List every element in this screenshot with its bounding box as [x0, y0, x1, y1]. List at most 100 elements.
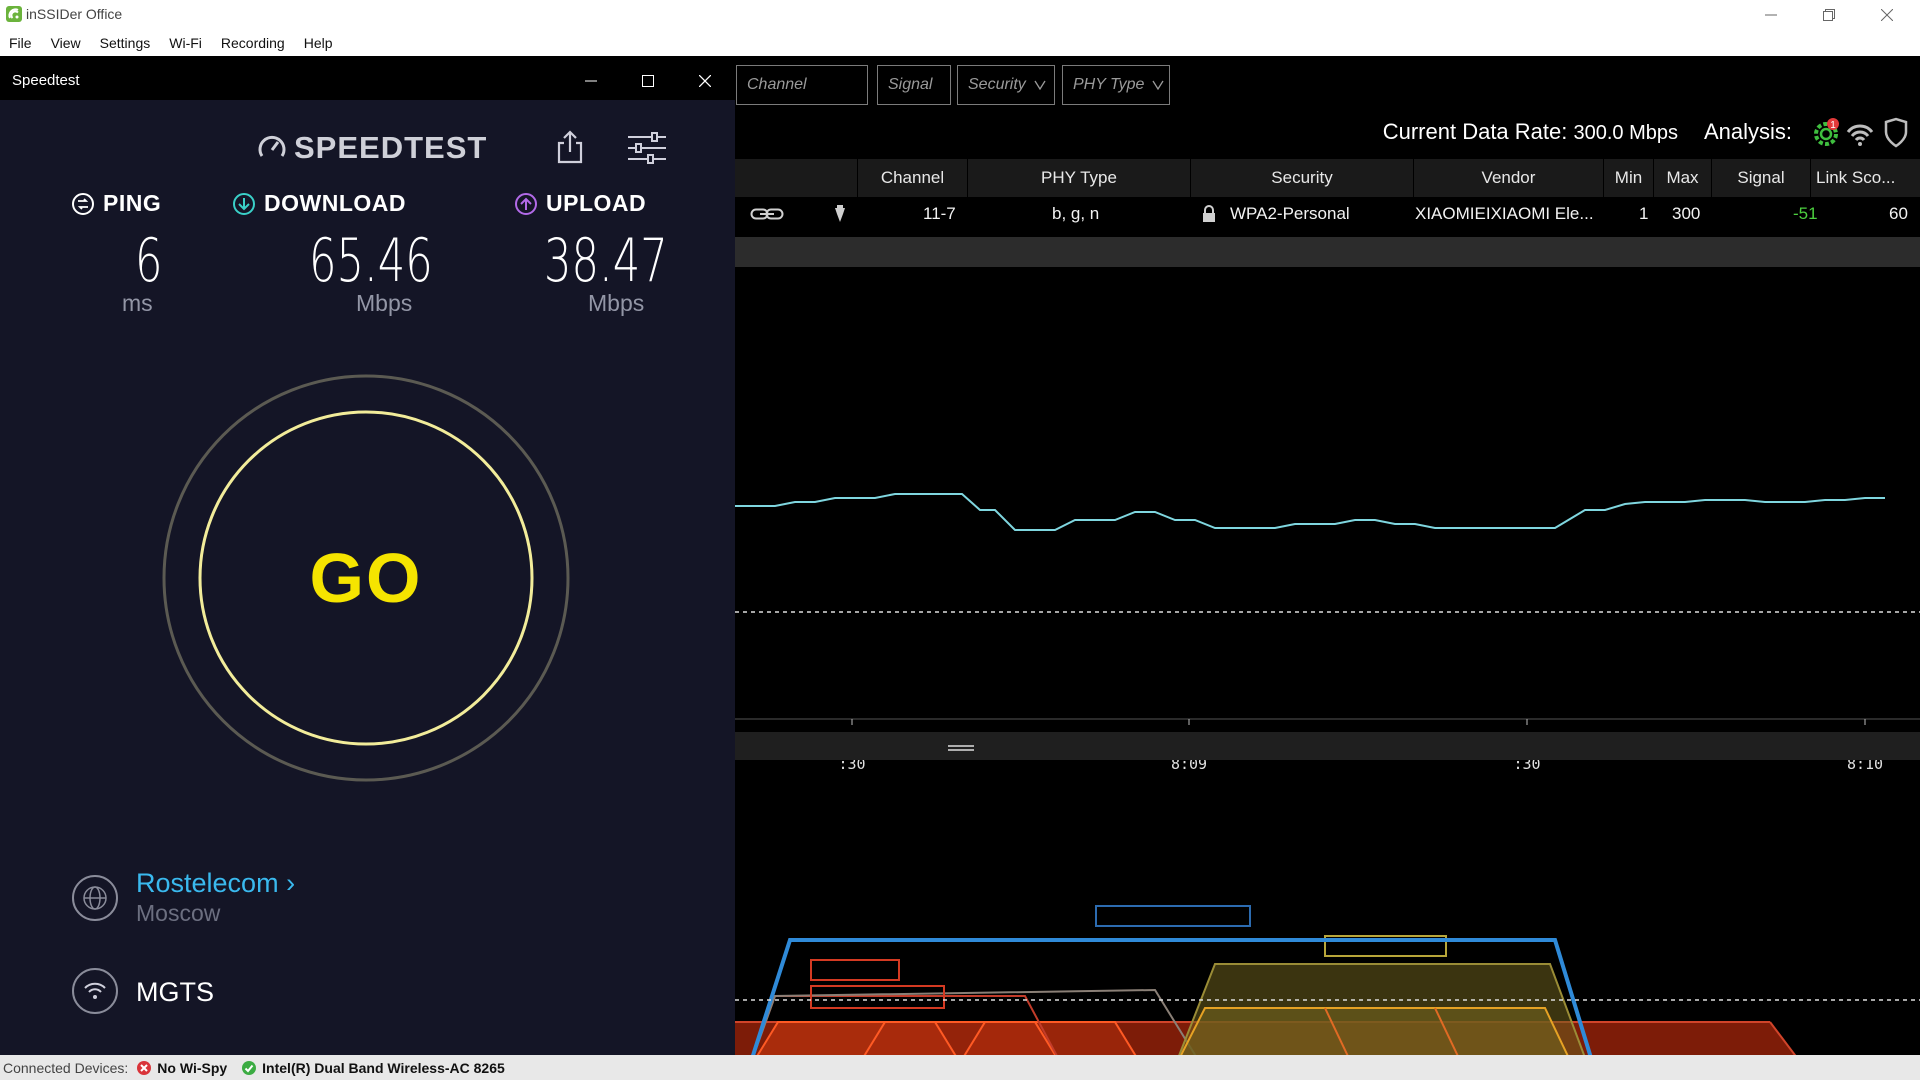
- share-icon[interactable]: [555, 130, 585, 169]
- current-data-rate: Current Data Rate: 300.0 Mbps: [1383, 119, 1678, 145]
- col-header-link-score[interactable]: Link Sco...: [1810, 159, 1920, 197]
- ping-value: 6: [135, 226, 163, 296]
- speedtest-window: Speedtest SPEEDTEST PING 6 ms DOWNLOAD 6…: [0, 62, 735, 1055]
- shield-icon[interactable]: [1884, 117, 1908, 148]
- device-intel-name: Intel(R) Dual Band Wireless-AC 8265: [262, 1059, 505, 1076]
- menu-file[interactable]: File: [9, 35, 32, 51]
- ping-label: PING: [103, 190, 162, 216]
- table-empty-area: [735, 237, 1920, 267]
- cell-link-score: 60: [1889, 204, 1908, 223]
- col-header-signal[interactable]: Signal: [1711, 159, 1810, 197]
- network-label-box: [1095, 905, 1251, 927]
- cell-min: 1: [1639, 204, 1649, 223]
- channel-filter-input[interactable]: Channel: [736, 65, 868, 105]
- phy-type-filter-dropdown[interactable]: PHY Type: [1062, 65, 1170, 105]
- col-header-max[interactable]: Max: [1653, 159, 1711, 197]
- col-header-channel[interactable]: Channel: [857, 159, 967, 197]
- ping-metric: PING 6 ms: [71, 190, 162, 316]
- col-header-security[interactable]: Security: [1190, 159, 1413, 197]
- menu-view[interactable]: View: [51, 35, 81, 51]
- speedometer-icon: [258, 135, 286, 157]
- device-intel-adapter[interactable]: Intel(R) Dual Band Wireless-AC 8265: [241, 1060, 505, 1076]
- analysis-icons: 1: [1814, 117, 1908, 148]
- minimize-icon[interactable]: [563, 62, 619, 100]
- col-header-blank: [735, 159, 857, 197]
- restore-icon[interactable]: [1800, 0, 1858, 29]
- data-rate-label: Current Data Rate:: [1382, 119, 1568, 144]
- col-header-phy-type[interactable]: PHY Type: [967, 159, 1190, 197]
- network-area: [1770, 1022, 1795, 1055]
- provider-name[interactable]: Rostelecom ›: [136, 868, 295, 899]
- speedtest-window-title: Speedtest: [12, 72, 80, 89]
- cell-signal: -51: [1793, 204, 1818, 223]
- col-header-vendor[interactable]: Vendor: [1413, 159, 1603, 197]
- speedtest-logo: SPEEDTEST: [256, 130, 487, 166]
- speedtest-title-bar: Speedtest: [0, 62, 735, 100]
- phy-type-filter-label: PHY Type: [1073, 76, 1145, 93]
- cell-channel: 11-7: [923, 204, 956, 223]
- download-unit: Mbps: [356, 290, 413, 316]
- channel-spectrum-chart: 5678910111213: [735, 905, 1920, 1055]
- upload-value: 38.47: [544, 226, 668, 296]
- download-label: DOWNLOAD: [264, 190, 406, 216]
- menu-recording[interactable]: Recording: [221, 35, 285, 51]
- download-value: 65.46: [309, 226, 433, 296]
- window-title: inSSIDer Office: [26, 6, 123, 22]
- speedtest-logo-text: SPEEDTEST: [294, 130, 488, 165]
- connected-devices-label: Connected Devices:: [3, 1059, 129, 1076]
- cell-max: 300: [1672, 204, 1701, 223]
- maximize-icon[interactable]: [620, 62, 676, 100]
- pin-icon[interactable]: [833, 197, 847, 231]
- upload-label: UPLOAD: [546, 190, 647, 216]
- cell-security: WPA2-Personal: [1230, 204, 1350, 223]
- menu-wifi[interactable]: Wi-Fi: [169, 35, 202, 51]
- network-area: [1179, 964, 1585, 1055]
- network-table-header: Channel PHY Type Security Vendor Min Max…: [735, 159, 1920, 197]
- menu-help[interactable]: Help: [304, 35, 333, 51]
- wifi-icon: [72, 968, 118, 1014]
- menu-bar: File View Settings Wi-Fi Recording Help: [0, 29, 1920, 56]
- security-filter-label: Security: [968, 76, 1026, 93]
- provider-name-text: Rostelecom: [136, 868, 279, 898]
- alert-badge-count: 1: [1830, 120, 1836, 131]
- signal-history-line: [735, 493, 1885, 531]
- provider-location: Moscow: [136, 900, 221, 926]
- cell-vendor: XIAOMIEIXIAOMI Ele...: [1415, 204, 1594, 223]
- upload-icon: [515, 192, 537, 215]
- go-label[interactable]: GO: [161, 373, 571, 783]
- col-header-min[interactable]: Min: [1603, 159, 1653, 197]
- close-icon[interactable]: [677, 62, 733, 100]
- signal-filter-placeholder: Signal: [888, 76, 933, 93]
- inssider-app-icon: [6, 6, 22, 27]
- ping-unit: ms: [122, 290, 153, 316]
- chevron-right-icon: ›: [278, 868, 296, 898]
- wifi-icon[interactable]: [1846, 124, 1874, 146]
- settings-sliders-icon[interactable]: [626, 132, 668, 169]
- channel-filter-placeholder: Channel: [747, 76, 807, 93]
- close-icon[interactable]: [1858, 0, 1916, 29]
- network-name: MGTS: [136, 977, 214, 1007]
- go-button[interactable]: GO: [161, 373, 571, 783]
- table-row[interactable]: 11-7 b, g, n WPA2-Personal XIAOMIEIXIAOM…: [735, 197, 1920, 231]
- menu-settings[interactable]: Settings: [100, 35, 151, 51]
- analysis-label: Analysis:: [1704, 119, 1793, 144]
- drag-handle-icon[interactable]: [948, 744, 974, 754]
- network-label-box: [810, 959, 900, 981]
- data-rate-value: 300.0 Mbps: [1573, 122, 1678, 144]
- ping-icon: [72, 192, 94, 215]
- chevron-down-icon: [1152, 80, 1164, 90]
- security-filter-dropdown[interactable]: Security: [957, 65, 1055, 105]
- chart-splitter[interactable]: [735, 732, 1920, 760]
- signal-filter-input[interactable]: Signal: [877, 65, 951, 105]
- minimize-icon[interactable]: [1742, 0, 1800, 29]
- upload-metric: UPLOAD 38.47 Mbps: [514, 190, 668, 316]
- lock-icon: [1202, 197, 1216, 231]
- download-metric: DOWNLOAD 65.46 Mbps: [232, 190, 433, 316]
- device-wispy-name: No Wi-Spy: [157, 1059, 228, 1076]
- main-title-bar: inSSIDer Office: [0, 0, 1920, 29]
- globe-icon: [72, 875, 118, 921]
- link-icon[interactable]: [750, 197, 784, 231]
- device-wispy[interactable]: No Wi-Spy: [136, 1060, 227, 1076]
- inssider-main-pane: Channel Signal Security PHY Type Current…: [735, 56, 1920, 1055]
- status-bar: Connected Devices: No Wi-Spy Intel(R) Du…: [0, 1055, 1920, 1080]
